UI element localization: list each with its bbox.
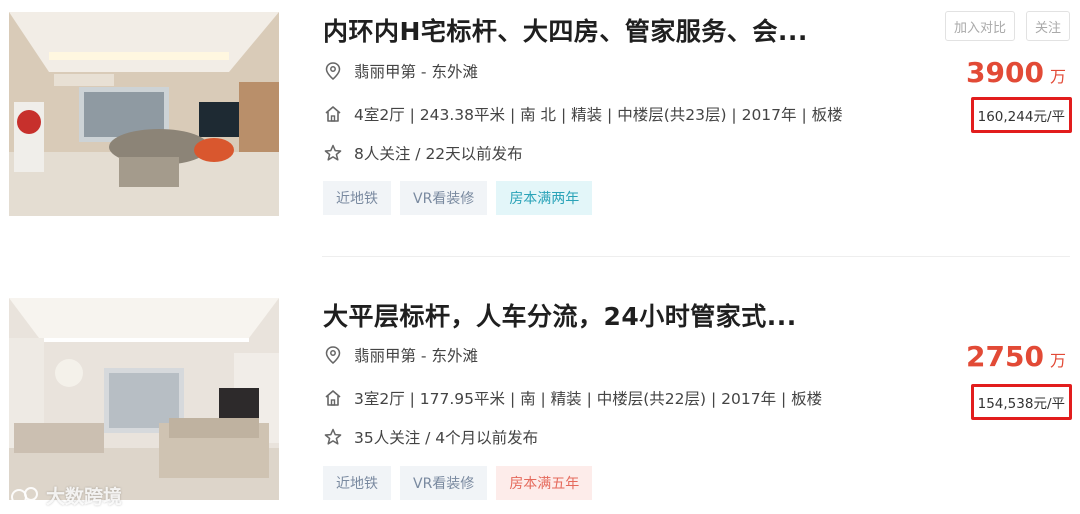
listing-follow: 8人关注 / 22天以前发布 — [323, 142, 523, 164]
listing-info-text: 4室2厅 | 243.38平米 | 南 北 | 精装 | 中楼层(共23层) |… — [354, 106, 843, 124]
tag-near-subway: 近地铁 — [323, 466, 391, 500]
listing-info: 3室2厅 | 177.95平米 | 南 | 精装 | 中楼层(共22层) | 2… — [323, 387, 822, 409]
unit-price: 160,244元/平 — [970, 97, 1072, 133]
follow-text: 8人关注 / 22天以前发布 — [354, 145, 523, 163]
watermark: 大数跨境 — [10, 482, 122, 509]
watermark-text: 大数跨境 — [46, 486, 123, 508]
star-icon — [323, 143, 343, 163]
tag-ownership-period: 房本满两年 — [496, 181, 593, 215]
unit-price: 154,538元/平 — [970, 384, 1072, 420]
tag-ownership-period: 房本满五年 — [496, 466, 593, 500]
listing-photo[interactable] — [9, 12, 279, 216]
house-icon — [323, 104, 343, 124]
listing-info: 4室2厅 | 243.38平米 | 南 北 | 精装 | 中楼层(共23层) |… — [323, 103, 843, 125]
house-icon — [323, 388, 343, 408]
location-pin-icon — [323, 61, 343, 81]
location-link[interactable]: 翡丽甲第 - 东外滩 — [354, 344, 478, 366]
add-to-compare-button[interactable]: 加入对比 — [944, 11, 1015, 41]
listing-tags: 近地铁 VR看装修 房本满五年 — [323, 466, 593, 500]
total-price-unit: 万 — [1049, 351, 1066, 370]
listing-follow: 35人关注 / 4个月以前发布 — [323, 426, 538, 448]
total-price-value: 2750 — [966, 340, 1044, 373]
star-icon — [323, 427, 343, 447]
listing-title[interactable]: 内环内H宅标杆、大四房、管家服务、会... — [323, 12, 808, 48]
listing-actions: 加入对比 关注 — [944, 11, 1070, 41]
listing-location: 翡丽甲第 - 东外滩 — [323, 344, 478, 366]
tag-vr-decoration: VR看装修 — [400, 466, 488, 500]
tag-vr-decoration: VR看装修 — [400, 181, 488, 215]
listing-title[interactable]: 大平层标杆，人车分流，24小时管家式... — [323, 297, 797, 333]
follow-button[interactable]: 关注 — [1025, 11, 1070, 41]
total-price-value: 3900 — [966, 56, 1044, 89]
location-pin-icon — [323, 345, 343, 365]
living-room-photo — [9, 298, 279, 500]
total-price: 2750 万 — [966, 340, 1066, 373]
tag-near-subway: 近地铁 — [323, 181, 391, 215]
watermark-logo-icon — [11, 486, 38, 505]
location-link[interactable]: 翡丽甲第 - 东外滩 — [354, 60, 478, 82]
total-price-unit: 万 — [1049, 67, 1066, 86]
listing-photo[interactable] — [9, 298, 279, 500]
listing-tags: 近地铁 VR看装修 房本满两年 — [323, 181, 593, 215]
listing-info-text: 3室2厅 | 177.95平米 | 南 | 精装 | 中楼层(共22层) | 2… — [354, 390, 823, 408]
listing-location: 翡丽甲第 - 东外滩 — [323, 60, 478, 82]
listing-divider — [322, 256, 1070, 257]
living-room-photo — [9, 12, 279, 216]
total-price: 3900 万 — [966, 56, 1066, 89]
follow-text: 35人关注 / 4个月以前发布 — [354, 429, 539, 447]
